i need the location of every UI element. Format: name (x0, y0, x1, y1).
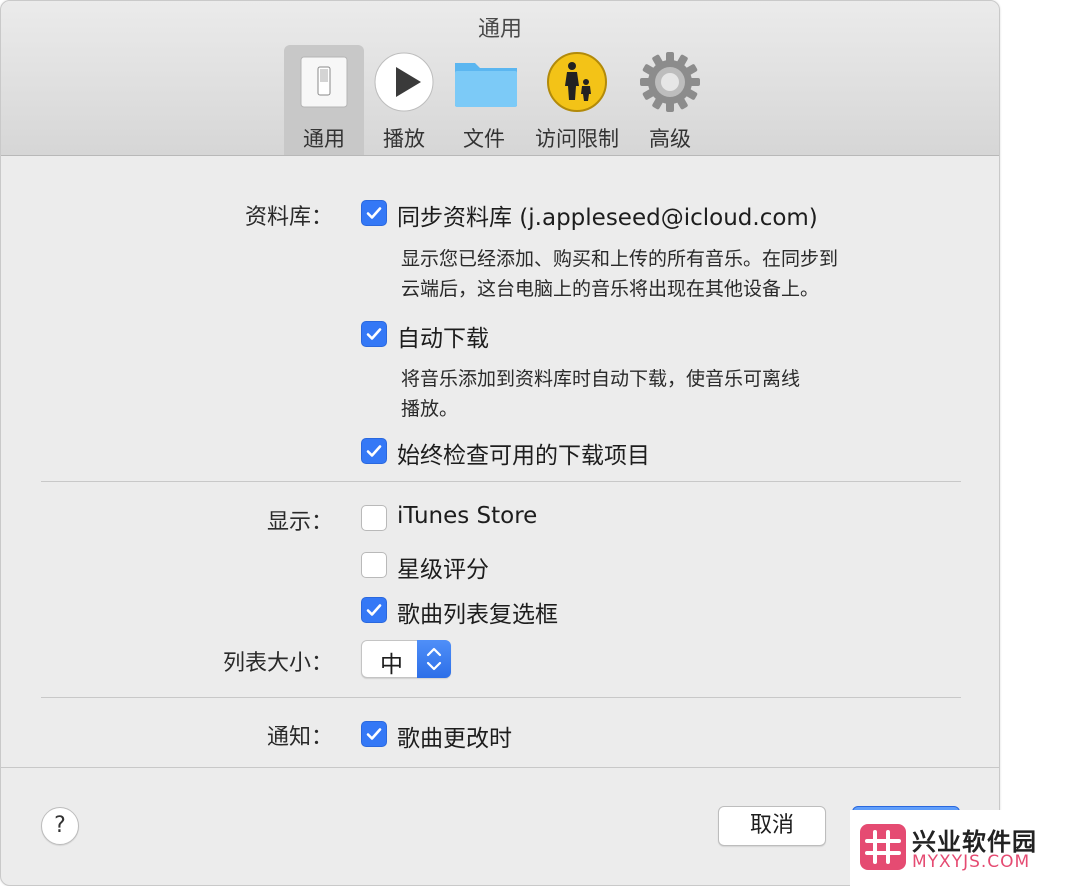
song-list-checkboxes-checkbox[interactable] (361, 597, 387, 623)
divider (41, 697, 961, 698)
sync-library-checkbox[interactable] (361, 200, 387, 226)
tab-label: 通用 (303, 127, 345, 151)
folder-icon (453, 51, 517, 113)
auto-download-label[interactable]: 自动下载 (397, 319, 489, 353)
watermark-subtitle: MYXYJS.COM (912, 852, 1031, 872)
song-changes-label[interactable]: 歌曲更改时 (397, 719, 512, 753)
divider (41, 481, 961, 482)
star-ratings-label[interactable]: 星级评分 (397, 550, 489, 584)
library-label: 资料库： (244, 205, 333, 230)
list-size-label: 列表大小： (222, 651, 333, 676)
tab-label: 文件 (463, 127, 505, 151)
tab-playback[interactable]: 播放 (371, 45, 437, 155)
song-list-checkboxes-label[interactable]: 歌曲列表复选框 (397, 595, 558, 629)
star-ratings-checkbox[interactable] (361, 552, 387, 578)
list-size-popup[interactable]: 中 (361, 640, 451, 678)
stepper-arrows-icon (417, 640, 451, 678)
tab-restrictions[interactable]: 访问限制 (529, 45, 625, 155)
watermark: 兴业软件园 MYXYJS.COM (850, 810, 1066, 886)
toolbar: 通用 通用 播放 文件 访问限制 高级 (1, 1, 999, 156)
sync-library-description-line1: 显示您已经添加、购买和上传的所有音乐。在同步到 (401, 248, 839, 270)
itunes-store-checkbox[interactable] (361, 505, 387, 531)
check-downloads-checkbox[interactable] (361, 438, 387, 464)
parental-controls-icon (546, 51, 608, 113)
help-button[interactable]: ? (41, 807, 79, 845)
auto-download-checkbox[interactable] (361, 321, 387, 347)
sync-library-label[interactable]: 同步资料库 (j.appleseed@icloud.com) (397, 198, 818, 232)
gear-icon (639, 51, 701, 113)
tab-label: 高级 (649, 127, 691, 151)
check-downloads-label[interactable]: 始终检查可用的下载项目 (397, 436, 650, 470)
auto-download-description-line2: 播放。 (401, 398, 459, 420)
list-size-value: 中 (380, 652, 403, 678)
window-title: 通用 (477, 17, 522, 42)
itunes-store-label[interactable]: iTunes Store (397, 503, 537, 529)
footer-divider (1, 767, 999, 768)
preferences-window: 通用 通用 播放 文件 访问限制 高级 资料库： 同步资料库 (j.apples… (0, 0, 1000, 886)
tab-label: 访问限制 (535, 127, 619, 151)
display-label: 显示： (266, 510, 333, 535)
watermark-logo-icon (860, 824, 906, 870)
tab-label: 播放 (383, 127, 425, 151)
general-switch-icon (293, 51, 355, 113)
auto-download-description-line1: 将音乐添加到资料库时自动下载，使音乐可离线 (401, 368, 801, 390)
tab-advanced[interactable]: 高级 (637, 45, 703, 155)
tab-files[interactable]: 文件 (451, 45, 517, 155)
song-changes-checkbox[interactable] (361, 721, 387, 747)
tab-general[interactable]: 通用 (284, 45, 364, 155)
cancel-button[interactable]: 取消 (718, 806, 826, 846)
sync-library-description-line2: 云端后，这台电脑上的音乐将出现在其他设备上。 (401, 278, 820, 300)
play-icon (373, 51, 435, 113)
notifications-label: 通知： (266, 725, 333, 750)
